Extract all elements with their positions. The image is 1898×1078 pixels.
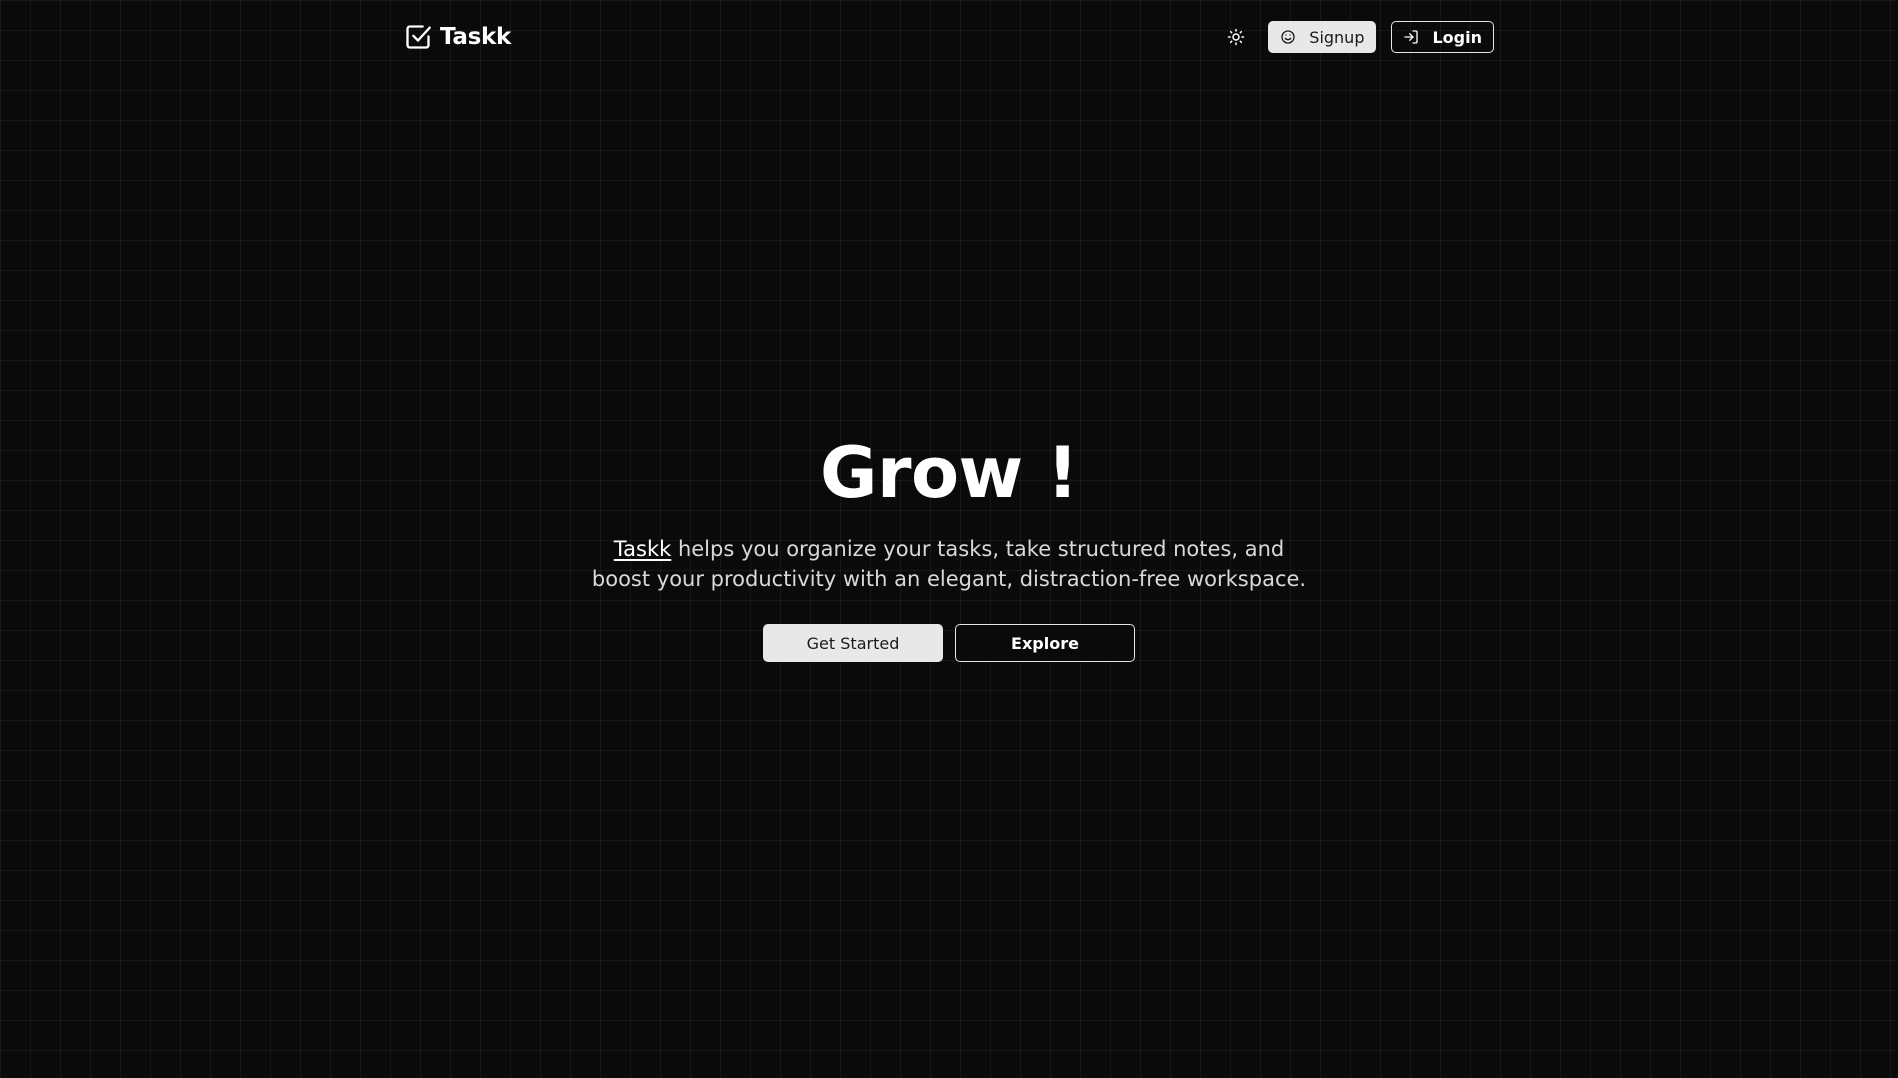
brand-name: Taskk bbox=[440, 24, 512, 50]
check-square-icon bbox=[406, 25, 431, 49]
signup-button[interactable]: Signup bbox=[1268, 21, 1377, 53]
theme-toggle-button[interactable] bbox=[1222, 23, 1250, 51]
smile-icon bbox=[1281, 30, 1295, 44]
hero-subtitle: Taskk helps you organize your tasks, tak… bbox=[589, 534, 1309, 594]
log-in-icon bbox=[1404, 30, 1419, 44]
hero-brand-link[interactable]: Taskk bbox=[614, 537, 671, 561]
hero-actions: Get Started Explore bbox=[0, 624, 1898, 662]
hero-section: Grow ! Taskk helps you organize your tas… bbox=[0, 430, 1898, 662]
top-navbar: Taskk Signup Login bbox=[404, 18, 1494, 56]
hero-subtitle-text: helps you organize your tasks, take stru… bbox=[591, 537, 1307, 591]
login-button[interactable]: Login bbox=[1391, 21, 1494, 53]
explore-button[interactable]: Explore bbox=[955, 624, 1135, 662]
sun-icon bbox=[1228, 28, 1245, 46]
get-started-button[interactable]: Get Started bbox=[763, 624, 943, 662]
hero-title: Grow ! bbox=[819, 432, 1079, 514]
signup-label: Signup bbox=[1309, 27, 1365, 47]
login-label: Login bbox=[1432, 27, 1482, 47]
nav-actions: Signup Login bbox=[1222, 21, 1494, 53]
brand-logo[interactable]: Taskk bbox=[404, 23, 511, 51]
